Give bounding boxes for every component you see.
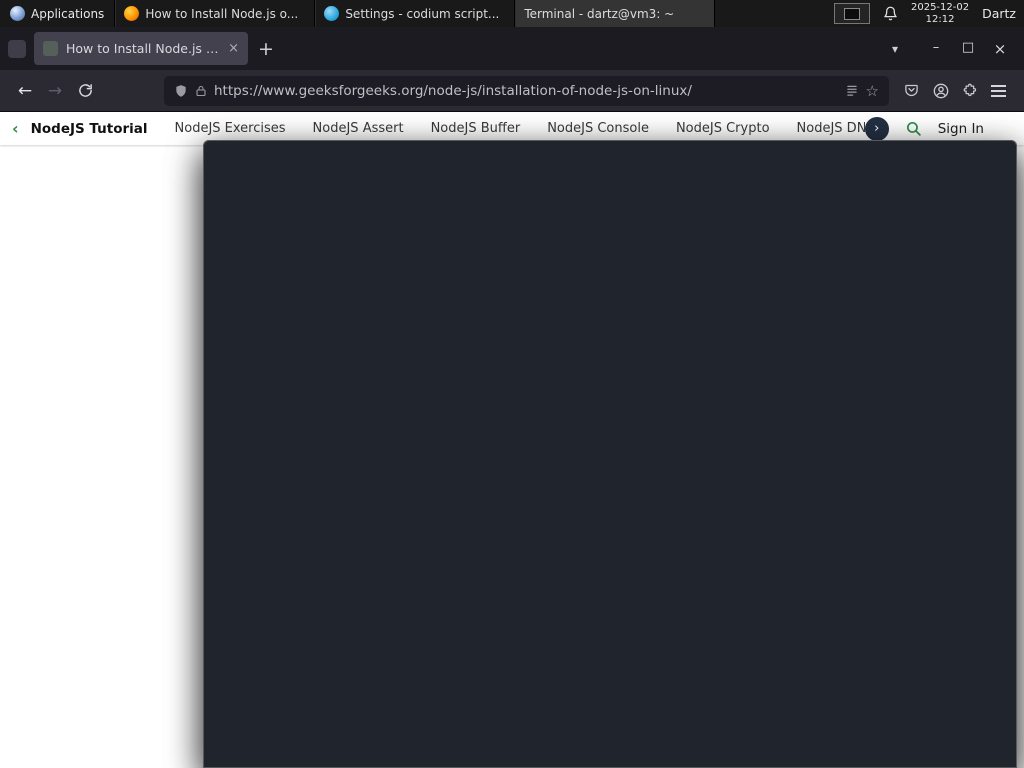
reader-view-icon[interactable] [845,84,859,98]
site-search-icon[interactable] [905,120,922,137]
applications-menu-button[interactable]: Applications [0,0,114,27]
site-nav-link[interactable]: NodeJS Console [547,121,649,136]
sign-in-button[interactable]: Sign In [938,121,984,137]
top-panel: Applications How to Install Node.js o...… [0,0,1024,768]
reload-button[interactable] [70,83,100,98]
menu-hamburger-icon[interactable] [991,84,1006,97]
site-nav-link[interactable]: NodeJS Assert [313,121,404,136]
window-taskbar: How to Install Node.js o... Settings - co… [115,0,1017,768]
applications-label: Applications [31,6,105,21]
clock-time: 12:12 [925,13,955,25]
tab-title: How to Install Node.js on... [66,41,221,56]
site-nav-link[interactable]: NodeJS DNS [797,121,865,136]
clock[interactable]: 2025-12-02 12:12 [911,2,969,25]
site-nav-items: NodeJS Tutorial NodeJS Exercises NodeJS As… [31,121,865,137]
site-nav-link[interactable]: NodeJS Tutorial [31,121,148,137]
tab-close-icon[interactable]: × [228,41,239,56]
taskbar-button-label: How to Install Node.js o... [145,6,299,21]
taskbar-button-label: Settings - codium script... [345,6,500,21]
back-button[interactable]: ← [10,81,40,101]
taskbar-button-codium[interactable]: Settings - codium script... [315,0,516,27]
new-tab-button[interactable]: + [258,38,274,60]
nav-scroll-left-icon[interactable]: ‹ [12,119,19,138]
codium-icon [324,6,340,21]
nav-scroll-right-icon[interactable]: › [864,116,889,141]
site-favicon [43,41,58,56]
site-nav-link[interactable]: NodeJS Buffer [431,121,521,136]
url-text: https://www.geeksforgeeks.org/node-js/in… [214,82,692,99]
firefox-icon [124,6,140,21]
window-minimize-button[interactable]: – [920,40,952,58]
site-nav-link[interactable]: NodeJS Crypto [676,121,770,136]
window-controls: – □ × [920,40,1016,58]
site-nav-link[interactable]: NodeJS Exercises [175,121,286,136]
forward-button[interactable]: → [40,81,70,101]
workspace-switcher[interactable] [833,3,870,24]
account-icon[interactable] [933,83,949,99]
browser-tab[interactable]: How to Install Node.js on... × [34,32,248,65]
taskbar-button-label: Terminal - dartz@vm3: ~ [524,6,675,21]
url-bar[interactable]: https://www.geeksforgeeks.org/node-js/in… [164,75,889,106]
desktop: Applications How to Install Node.js o...… [0,0,1024,768]
clock-date: 2025-12-02 [910,2,970,13]
browser-tab-bar: How to Install Node.js on... × + ▾ – □ × [0,27,1024,70]
window-maximize-button[interactable]: □ [952,40,984,58]
notification-bell-icon[interactable] [883,6,898,21]
list-all-tabs-icon[interactable]: ▾ [892,42,898,56]
extensions-icon[interactable] [963,83,978,98]
padlock-icon[interactable] [195,84,207,98]
window-close-button[interactable]: × [984,40,1016,58]
browser-navbar: ← → https://www.geeksforgeeks.org/node-j… [0,70,1024,112]
distro-logo-icon [10,6,25,21]
taskbar-button-firefox[interactable]: How to Install Node.js o... [115,0,316,27]
pocket-icon[interactable] [904,83,919,98]
tracking-protection-shield-icon[interactable] [174,83,188,99]
user-menu[interactable]: Dartz [982,6,1016,21]
taskbar-button-terminal[interactable]: Terminal - dartz@vm3: ~ [203,0,1017,768]
bookmark-star-icon[interactable]: ☆ [866,82,879,100]
firefox-view-button[interactable] [8,39,26,58]
workspace-window-icon [843,7,860,20]
